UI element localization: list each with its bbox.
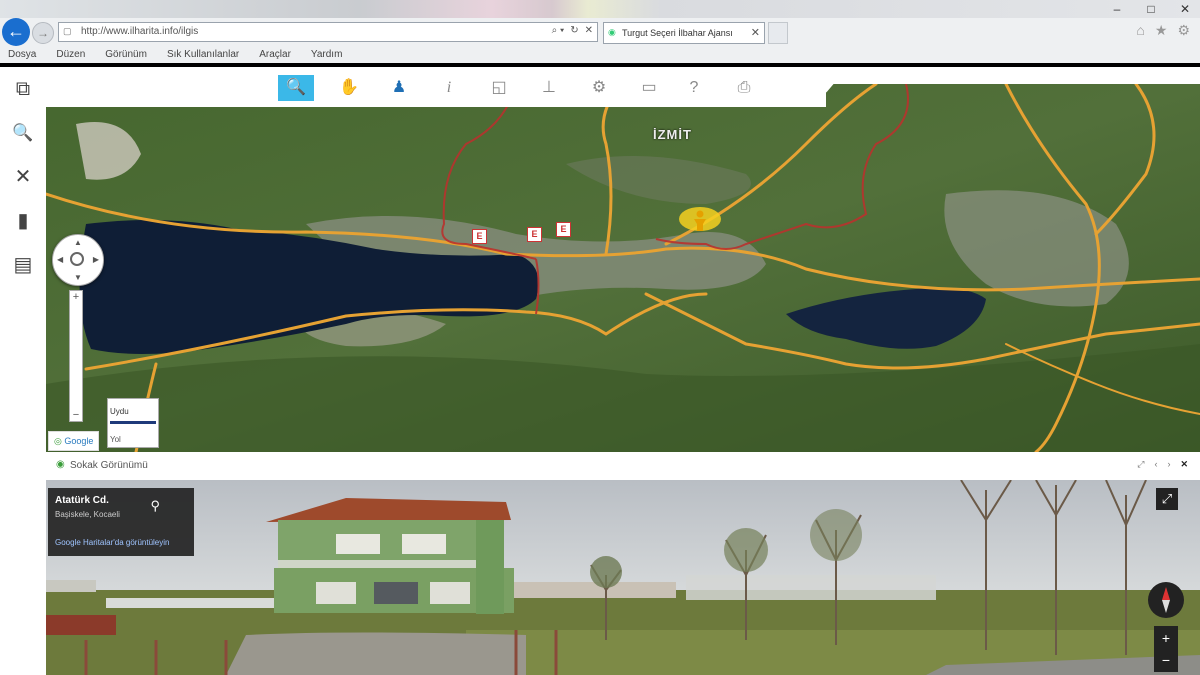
back-button[interactable]: ← [2,18,30,46]
pan-center[interactable] [70,252,84,266]
view-in-google-maps-link[interactable]: Google Haritalar'da görüntüleyin [55,538,169,547]
layer-option-road[interactable]: Yol [110,435,121,444]
layers-icon[interactable]: ⧉ [9,75,37,103]
tools-icon[interactable]: ✕ [9,163,37,191]
forward-arrow-icon: → [37,26,49,40]
help-icon[interactable]: ? [676,75,712,101]
menu-view[interactable]: Görünüm [105,46,147,64]
favorites-star-icon[interactable]: ★ [1155,22,1168,39]
sv-expand-icon[interactable]: ⤢ [1156,488,1178,510]
sv-zoom-out-button[interactable]: − [1154,650,1178,670]
compass-icon[interactable] [1148,582,1184,618]
street-view-header: ◉ Sokak Görünümü ⤢ ‹ › ✕ [46,452,1200,480]
map-imagery [46,84,1200,452]
close-window-button[interactable]: ✕ [1178,2,1192,16]
street-view-info-card: Atatürk Cd. ⚲ Başiskele, Kocaeli Google … [48,488,194,556]
layer-switcher[interactable]: Uydu Yol [107,398,159,448]
document-icon[interactable]: ▤ [9,251,37,279]
menu-file[interactable]: Dosya [8,46,36,64]
sv-zoom-in-button[interactable]: + [1154,628,1178,648]
street-view-person-icon[interactable]: ♟ [381,75,417,101]
street-view-image [46,480,1200,675]
map-credit-text: Google [64,436,94,446]
map-toolbar: 🔍 ✋ ♟ i ◱ ⊥ ⚙ ▭ ? ⎙ [46,67,876,107]
street-location: Başiskele, Kocaeli [55,510,120,519]
address-url[interactable]: http://www.ilharita.info/ilgis [81,26,198,37]
search-tool-icon[interactable]: 🔍 [278,75,314,101]
city-label: İZMİT [653,127,692,142]
map-marker-e[interactable]: E [527,227,542,242]
street-view-title: Sokak Görünümü [70,460,148,471]
layer-option-satellite[interactable]: Uydu [110,407,129,416]
search-icon[interactable]: 🔍 [9,119,37,147]
zoom-in-icon[interactable]: + [70,291,82,303]
pan-left-icon[interactable]: ◀ [57,255,63,264]
address-bar[interactable]: ▢ http://www.ilharita.info/ilgis ⌕ ▾ ↻ ✕ [58,22,598,42]
sv-close-icon[interactable]: ✕ [1180,459,1188,470]
satellite-map[interactable] [46,84,1200,452]
pan-hand-icon[interactable]: ✋ [331,75,367,101]
refresh-icon[interactable]: ↻ [570,25,578,36]
google-logo-icon: ◎ [54,436,62,446]
street-view-header-icon: ◉ [56,459,65,470]
stamp-icon[interactable]: ⊥ [531,75,567,101]
page-icon: ▢ [63,26,72,36]
tab-title: Turgut Seçeri İlbahar Ajansı [622,28,733,38]
measure-icon[interactable]: ▭ [631,75,667,101]
search-dropdown-icon[interactable]: ⌕ ▾ [552,25,565,36]
left-toolbar: ⧉ 🔍 ✕ ▮ ▤ [0,67,46,675]
street-view-controls: ⤢ ‹ › ✕ [1137,459,1188,470]
back-arrow-icon: ← [7,21,25,41]
address-actions: ⌕ ▾ ↻ ✕ [552,25,593,36]
menu-tools[interactable]: Araçlar [259,46,291,64]
browser-right-icons: ⌂ ★ ⚙ [1136,22,1190,39]
toolbar-corner [786,67,876,107]
map-credit: ◎ Google [48,431,100,451]
tab-close-icon[interactable]: ✕ [751,26,760,39]
select-area-icon[interactable]: ◱ [481,75,517,101]
pan-down-icon[interactable]: ▼ [74,273,82,282]
zoom-slider[interactable]: + − [69,290,83,422]
pan-up-icon[interactable]: ▲ [74,238,82,247]
sv-fullscreen-icon[interactable]: ⤢ [1137,459,1144,470]
menu-bar: Dosya Düzen Görünüm Sık Kullanılanlar Ar… [0,46,1200,64]
location-pin-icon[interactable]: ⚲ [150,498,160,514]
stop-icon[interactable]: ✕ [585,25,593,36]
menu-help[interactable]: Yardım [311,46,343,64]
minimize-button[interactable]: – [1110,2,1124,16]
pan-right-icon[interactable]: ▶ [93,255,99,264]
desktop-taskbar-blur [0,0,1200,18]
print-icon[interactable]: ⎙ [726,75,762,101]
bookmark-icon[interactable]: ▮ [9,207,37,235]
sv-zoom-control: + − [1154,626,1178,672]
new-tab-button[interactable] [768,22,788,44]
browser-tab[interactable]: ◉ Turgut Seçeri İlbahar Ajansı ✕ [603,22,765,44]
window-controls: – □ ✕ [1110,2,1192,16]
settings-gear-icon[interactable]: ⚙ [1177,22,1190,39]
sv-prev-icon[interactable]: ‹ [1154,459,1157,470]
forward-button[interactable]: → [32,22,54,44]
street-view-pegman-icon[interactable] [678,205,722,233]
menu-favorites[interactable]: Sık Kullanılanlar [167,46,239,64]
home-icon[interactable]: ⌂ [1136,22,1144,39]
map-marker-e[interactable]: E [556,222,571,237]
maximize-button[interactable]: □ [1144,2,1158,16]
pan-control[interactable]: ▲ ▼ ◀ ▶ [52,234,104,286]
sv-next-icon[interactable]: › [1167,459,1170,470]
street-name: Atatürk Cd. [55,495,109,506]
map-marker-e[interactable]: E [472,229,487,244]
menu-edit[interactable]: Düzen [56,46,85,64]
info-icon[interactable]: i [431,75,467,101]
street-view-panorama[interactable] [46,480,1200,675]
settings-icon[interactable]: ⚙ [581,75,617,101]
layer-active-bar [110,421,156,424]
zoom-out-icon[interactable]: − [70,409,82,421]
tab-favicon-icon: ◉ [608,27,616,37]
